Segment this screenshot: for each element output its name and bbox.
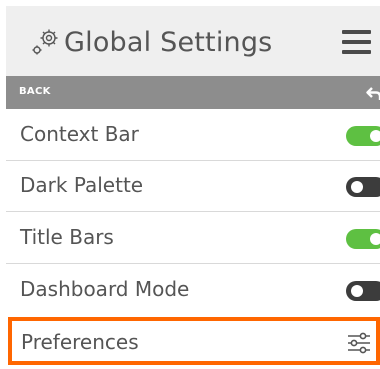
title-bars-toggle[interactable] bbox=[346, 229, 380, 249]
header-bar: Global Settings bbox=[6, 6, 380, 76]
setting-label-context-bar: Context Bar bbox=[20, 122, 139, 146]
setting-row-title-bars[interactable]: Title Bars bbox=[6, 213, 380, 264]
back-bar[interactable]: BACK bbox=[6, 76, 380, 109]
setting-label-dark-palette: Dark Palette bbox=[20, 173, 144, 197]
preferences-row[interactable]: Preferences bbox=[8, 317, 380, 365]
toggle-knob bbox=[351, 181, 363, 193]
setting-label-title-bars: Title Bars bbox=[20, 225, 114, 249]
toggle-knob bbox=[351, 285, 363, 297]
context-bar-toggle[interactable] bbox=[346, 126, 380, 146]
back-label[interactable]: BACK bbox=[19, 86, 51, 97]
gears-icon bbox=[32, 29, 58, 55]
back-arrow-icon[interactable] bbox=[366, 85, 380, 101]
preferences-label: Preferences bbox=[21, 330, 139, 354]
toggle-knob bbox=[370, 130, 380, 142]
dashboard-mode-toggle[interactable] bbox=[346, 281, 380, 301]
dark-palette-toggle[interactable] bbox=[346, 177, 380, 197]
sliders-icon[interactable] bbox=[346, 331, 372, 355]
setting-label-dashboard-mode: Dashboard Mode bbox=[20, 277, 190, 301]
title-group: Global Settings bbox=[28, 22, 272, 62]
page-title: Global Settings bbox=[64, 26, 273, 58]
toggle-knob bbox=[370, 233, 380, 245]
hamburger-menu-icon[interactable] bbox=[342, 30, 372, 56]
setting-row-context-bar[interactable]: Context Bar bbox=[6, 110, 380, 161]
setting-row-dashboard-mode[interactable]: Dashboard Mode bbox=[6, 265, 380, 316]
setting-row-dark-palette[interactable]: Dark Palette bbox=[6, 161, 380, 212]
